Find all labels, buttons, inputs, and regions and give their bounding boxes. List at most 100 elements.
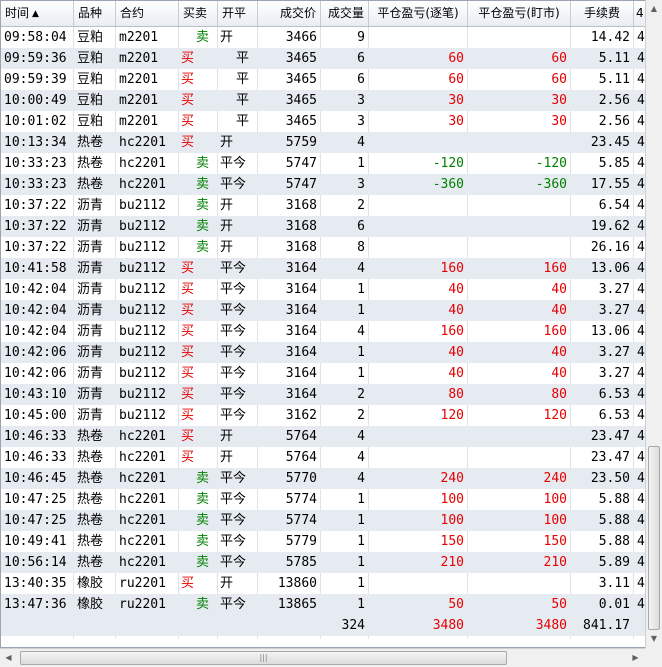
table-row[interactable]: 10:46:33 热卷 hc2201 买 开 5764 4 23.47 4 [1, 447, 645, 468]
cell-contract: bu2112 [119, 219, 166, 234]
cell-pnl-mark: 210 [543, 555, 567, 570]
cell-time: 10:00:49 [4, 93, 67, 108]
scroll-right-icon[interactable]: ▶ [627, 649, 644, 667]
col-header-extra[interactable]: 4 [634, 1, 645, 26]
col-header-time[interactable]: 时间 ▲ [1, 1, 74, 26]
scroll-left-icon[interactable]: ◀ [0, 649, 17, 667]
table-row[interactable]: 09:59:39 豆粕 m2201 买 平 3465 6 60 60 5.11 4 [1, 69, 645, 90]
scroll-down-icon[interactable]: ▼ [646, 630, 662, 647]
cell-pnl-trade: 100 [440, 513, 464, 528]
table-row[interactable]: 10:45:00 沥青 bu2112 买 平今 3162 2 120 120 6.53 4 [1, 405, 645, 426]
table-row[interactable]: 10:42:06 沥青 bu2112 买 平今 3164 1 40 40 3.27 4 [1, 342, 645, 363]
table-row[interactable]: 10:47:25 热卷 hc2201 卖平今 5774 1 100 100 5.88 4 [1, 489, 645, 510]
table-row[interactable]: 13:40:35 橡胶 ru2201 买 开 13860 1 3.11 4 [1, 573, 645, 594]
table-row[interactable]: 10:47:25 热卷 hc2201 卖平今 5774 1 100 100 5.88 4 [1, 510, 645, 531]
col-header-contract[interactable]: 合约 [116, 1, 179, 26]
cell-extra: 4 [637, 51, 645, 66]
table-row[interactable]: 10:46:45 热卷 hc2201 卖平今 5770 4 240 240 23.50 4 [1, 468, 645, 489]
cell-openclose: 平今 [220, 177, 247, 192]
table-row[interactable]: 10:37:22 沥青 bu2112 卖开 3168 2 6.54 4 [1, 195, 645, 216]
table-row[interactable]: 09:59:36 豆粕 m2201 买 平 3465 6 60 60 5.11 4 [1, 48, 645, 69]
table-row[interactable]: 10:42:04 沥青 bu2112 买 平今 3164 1 40 40 3.27 4 [1, 300, 645, 321]
col-header-variety[interactable]: 品种 [74, 1, 116, 26]
col-header-pnl-mark[interactable]: 平仓盈亏(盯市) [468, 1, 571, 26]
cell-extra: 4 [637, 261, 645, 276]
cell-side: 买 [181, 324, 195, 339]
cell-fee: 6.53 [598, 408, 630, 423]
cell-variety: 豆粕 [77, 114, 104, 129]
cell-variety: 沥青 [77, 303, 104, 318]
table-row[interactable]: 09:58:04 豆粕 m2201 卖开 3466 9 14.42 4 [1, 27, 645, 48]
cell-variety: 沥青 [77, 387, 104, 402]
cell-pnl-trade: 60 [448, 51, 464, 66]
cell-volume: 4 [357, 261, 365, 276]
col-header-openclose[interactable]: 开平 [218, 1, 258, 26]
table-row[interactable]: 10:00:49 豆粕 m2201 买 平 3465 3 30 30 2.56 4 [1, 90, 645, 111]
cell-side: 买 [181, 51, 195, 66]
cell-price: 3465 [285, 114, 317, 129]
table-row[interactable]: 10:42:06 沥青 bu2112 买 平今 3164 1 40 40 3.27 4 [1, 363, 645, 384]
cell-pnl-mark: 80 [551, 387, 567, 402]
cell-volume: 1 [357, 366, 365, 381]
col-header-pnl-trade[interactable]: 平仓盈亏(逐笔) [369, 1, 468, 26]
cell-contract: hc2201 [119, 471, 166, 486]
cell-contract: hc2201 [119, 450, 166, 465]
cell-pnl-trade [369, 447, 468, 468]
cell-time: 09:59:39 [4, 72, 67, 87]
cell-openclose: 平 [236, 51, 250, 66]
cell-fee: 2.56 [598, 93, 630, 108]
col-header-fee[interactable]: 手续费 [571, 1, 634, 26]
table-row[interactable]: 13:47:36 橡胶 ru2201 卖平今 13865 1 50 50 0.01 4 [1, 594, 645, 615]
table-row[interactable]: 10:56:14 热卷 hc2201 卖平今 5785 1 210 210 5.89 4 [1, 552, 645, 573]
table-row[interactable]: 10:41:58 沥青 bu2112 买 平今 3164 4 160 160 13.06 4 [1, 258, 645, 279]
cell-price: 5764 [285, 429, 317, 444]
table-row[interactable]: 10:33:23 热卷 hc2201 卖平今 5747 3 -360 -360 17.55 4 [1, 174, 645, 195]
table-row[interactable]: 10:33:23 热卷 hc2201 卖平今 5747 1 -120 -120 5.85 4 [1, 153, 645, 174]
cell-contract: bu2112 [119, 408, 166, 423]
table-row[interactable]: 10:49:41 热卷 hc2201 卖平今 5779 1 150 150 5.88 4 [1, 531, 645, 552]
cell-pnl-mark [468, 195, 571, 216]
cell-volume: 1 [357, 555, 365, 570]
cell-price: 13860 [277, 576, 317, 591]
cell-contract: m2201 [119, 30, 159, 45]
table-row[interactable]: 10:13:34 热卷 hc2201 买 开 5759 4 23.45 4 [1, 132, 645, 153]
cell-volume: 2 [357, 198, 365, 213]
trade-records-grid: 时间 ▲ 品种 合约 买卖 开平 成交价 成交量 平仓盈亏(逐笔) 平仓盈亏(盯市… [0, 0, 645, 648]
horizontal-scrollbar[interactable]: ◀ ||| ▶ [0, 648, 645, 667]
cell-time: 10:45:00 [4, 408, 67, 423]
cell-price: 5779 [285, 534, 317, 549]
cell-pnl-mark: 160 [543, 324, 567, 339]
vertical-scroll-thumb[interactable] [648, 446, 660, 630]
cell-side: 卖 [196, 156, 210, 171]
cell-side: 卖 [196, 177, 210, 192]
table-row[interactable]: 10:01:02 豆粕 m2201 买 平 3465 3 30 30 2.56 4 [1, 111, 645, 132]
cell-volume: 9 [357, 30, 365, 45]
cell-contract: m2201 [119, 72, 159, 87]
horizontal-scroll-thumb[interactable]: ||| [20, 651, 507, 665]
cell-variety: 热卷 [77, 513, 104, 528]
cell-openclose: 平 [236, 93, 250, 108]
table-row[interactable]: 10:42:04 沥青 bu2112 买 平今 3164 1 40 40 3.27 4 [1, 279, 645, 300]
cell-extra: 4 [637, 576, 645, 591]
cell-extra: 4 [637, 597, 645, 612]
scroll-up-icon[interactable]: ▲ [646, 0, 662, 17]
table-row[interactable]: 10:42:04 沥青 bu2112 买 平今 3164 4 160 160 13.06 4 [1, 321, 645, 342]
table-row[interactable]: 10:37:22 沥青 bu2112 卖开 3168 6 19.62 4 [1, 216, 645, 237]
col-header-side[interactable]: 买卖 [179, 1, 218, 26]
table-row[interactable]: 10:37:22 沥青 bu2112 卖开 3168 8 26.16 4 [1, 237, 645, 258]
cell-volume: 4 [357, 471, 365, 486]
table-row[interactable]: 10:46:33 热卷 hc2201 买 开 5764 4 23.47 4 [1, 426, 645, 447]
cell-fee: 5.88 [598, 534, 630, 549]
table-row[interactable]: 10:43:10 沥青 bu2112 买 平今 3164 2 80 80 6.53 4 [1, 384, 645, 405]
cell-openclose: 平今 [220, 324, 247, 339]
cell-extra: 4 [637, 219, 645, 234]
cell-pnl-trade: 240 [440, 471, 464, 486]
cell-side: 卖 [196, 30, 210, 45]
vertical-scrollbar[interactable]: ▲ ▼ [645, 0, 662, 648]
cell-contract: hc2201 [119, 429, 166, 444]
cell-pnl-mark: 120 [543, 408, 567, 423]
cell-contract: m2201 [119, 93, 159, 108]
col-header-price[interactable]: 成交价 [258, 1, 321, 26]
cell-volume: 1 [357, 492, 365, 507]
col-header-volume[interactable]: 成交量 [321, 1, 369, 26]
